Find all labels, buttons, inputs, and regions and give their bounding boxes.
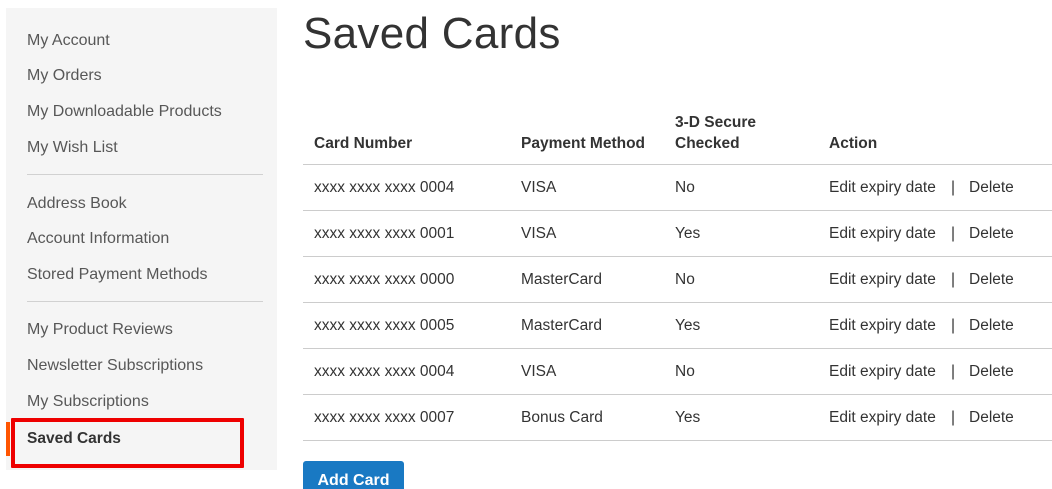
sidebar-item-stored-payment-methods[interactable]: Stored Payment Methods bbox=[27, 265, 208, 285]
card-number-cell: xxxx xxxx xxxx 0001 bbox=[314, 225, 455, 242]
sidebar-item-my-downloadable-products[interactable]: My Downloadable Products bbox=[27, 102, 222, 122]
secure-checked-cell: No bbox=[675, 363, 695, 380]
delete-link[interactable]: Delete bbox=[969, 362, 1014, 382]
sidebar-item-address-book[interactable]: Address Book bbox=[27, 194, 127, 214]
payment-method-cell: Bonus Card bbox=[521, 409, 603, 426]
sidebar-item-my-subscriptions[interactable]: My Subscriptions bbox=[27, 392, 149, 412]
card-number-cell: xxxx xxxx xxxx 0004 bbox=[314, 363, 455, 380]
payment-method-cell: MasterCard bbox=[521, 317, 602, 334]
secure-checked-cell: No bbox=[675, 179, 695, 196]
sidebar-item-my-product-reviews[interactable]: My Product Reviews bbox=[27, 320, 173, 340]
payment-method-cell: VISA bbox=[521, 225, 557, 242]
secure-checked-cell: Yes bbox=[675, 409, 701, 426]
add-card-button[interactable]: Add Card bbox=[303, 461, 404, 489]
table-row: xxxx xxxx xxxx 0004 VISA No Edit expiry … bbox=[303, 349, 1052, 395]
column-header-payment-method: Payment Method bbox=[521, 135, 646, 152]
payment-method-cell: MasterCard bbox=[521, 271, 602, 288]
secure-checked-cell: Yes bbox=[675, 317, 701, 334]
edit-expiry-date-link[interactable]: Edit expiry date bbox=[829, 316, 936, 336]
column-header-action: Action bbox=[829, 135, 878, 152]
edit-expiry-date-link[interactable]: Edit expiry date bbox=[829, 270, 936, 290]
column-header-3d-secure: 3-D Secure bbox=[675, 114, 756, 131]
action-separator: | bbox=[951, 179, 956, 196]
edit-expiry-date-link[interactable]: Edit expiry date bbox=[829, 408, 936, 428]
delete-link[interactable]: Delete bbox=[969, 178, 1014, 198]
payment-method-cell: VISA bbox=[521, 363, 557, 380]
sidebar-item-account-information[interactable]: Account Information bbox=[27, 229, 169, 249]
action-separator: | bbox=[951, 271, 956, 288]
delete-link[interactable]: Delete bbox=[969, 224, 1014, 244]
table-row: xxxx xxxx xxxx 0001 VISA Yes Edit expiry… bbox=[303, 211, 1052, 257]
sidebar-divider bbox=[27, 174, 263, 175]
edit-expiry-date-link[interactable]: Edit expiry date bbox=[829, 178, 936, 198]
action-separator: | bbox=[951, 225, 956, 242]
payment-method-cell: VISA bbox=[521, 179, 557, 196]
table-row: xxxx xxxx xxxx 0005 MasterCard Yes Edit … bbox=[303, 303, 1052, 349]
row-divider bbox=[303, 440, 1052, 441]
sidebar-item-my-orders[interactable]: My Orders bbox=[27, 66, 102, 86]
card-number-cell: xxxx xxxx xxxx 0000 bbox=[314, 271, 455, 288]
account-sidebar: My Account My Orders My Downloadable Pro… bbox=[6, 8, 277, 470]
delete-link[interactable]: Delete bbox=[969, 408, 1014, 428]
secure-checked-cell: No bbox=[675, 271, 695, 288]
delete-link[interactable]: Delete bbox=[969, 270, 1014, 290]
table-row: xxxx xxxx xxxx 0004 VISA No Edit expiry … bbox=[303, 165, 1052, 211]
current-item-marker bbox=[6, 422, 10, 456]
edit-expiry-date-link[interactable]: Edit expiry date bbox=[829, 224, 936, 244]
action-separator: | bbox=[951, 409, 956, 426]
sidebar-item-my-wish-list[interactable]: My Wish List bbox=[27, 138, 118, 158]
sidebar-item-newsletter-subscriptions[interactable]: Newsletter Subscriptions bbox=[27, 356, 203, 376]
table-row: xxxx xxxx xxxx 0000 MasterCard No Edit e… bbox=[303, 257, 1052, 303]
action-separator: | bbox=[951, 363, 956, 380]
card-number-cell: xxxx xxxx xxxx 0007 bbox=[314, 409, 455, 426]
secure-checked-cell: Yes bbox=[675, 225, 701, 242]
sidebar-divider bbox=[27, 301, 263, 302]
table-row: xxxx xxxx xxxx 0007 Bonus Card Yes Edit … bbox=[303, 395, 1052, 441]
card-number-cell: xxxx xxxx xxxx 0005 bbox=[314, 317, 455, 334]
sidebar-item-my-account[interactable]: My Account bbox=[27, 31, 110, 51]
delete-link[interactable]: Delete bbox=[969, 316, 1014, 336]
column-header-card-number: Card Number bbox=[314, 135, 413, 152]
page-title: Saved Cards bbox=[303, 9, 561, 58]
highlight-annotation-box bbox=[11, 418, 244, 468]
action-separator: | bbox=[951, 317, 956, 334]
card-number-cell: xxxx xxxx xxxx 0004 bbox=[314, 179, 455, 196]
column-header-checked: Checked bbox=[675, 135, 740, 152]
edit-expiry-date-link[interactable]: Edit expiry date bbox=[829, 362, 936, 382]
